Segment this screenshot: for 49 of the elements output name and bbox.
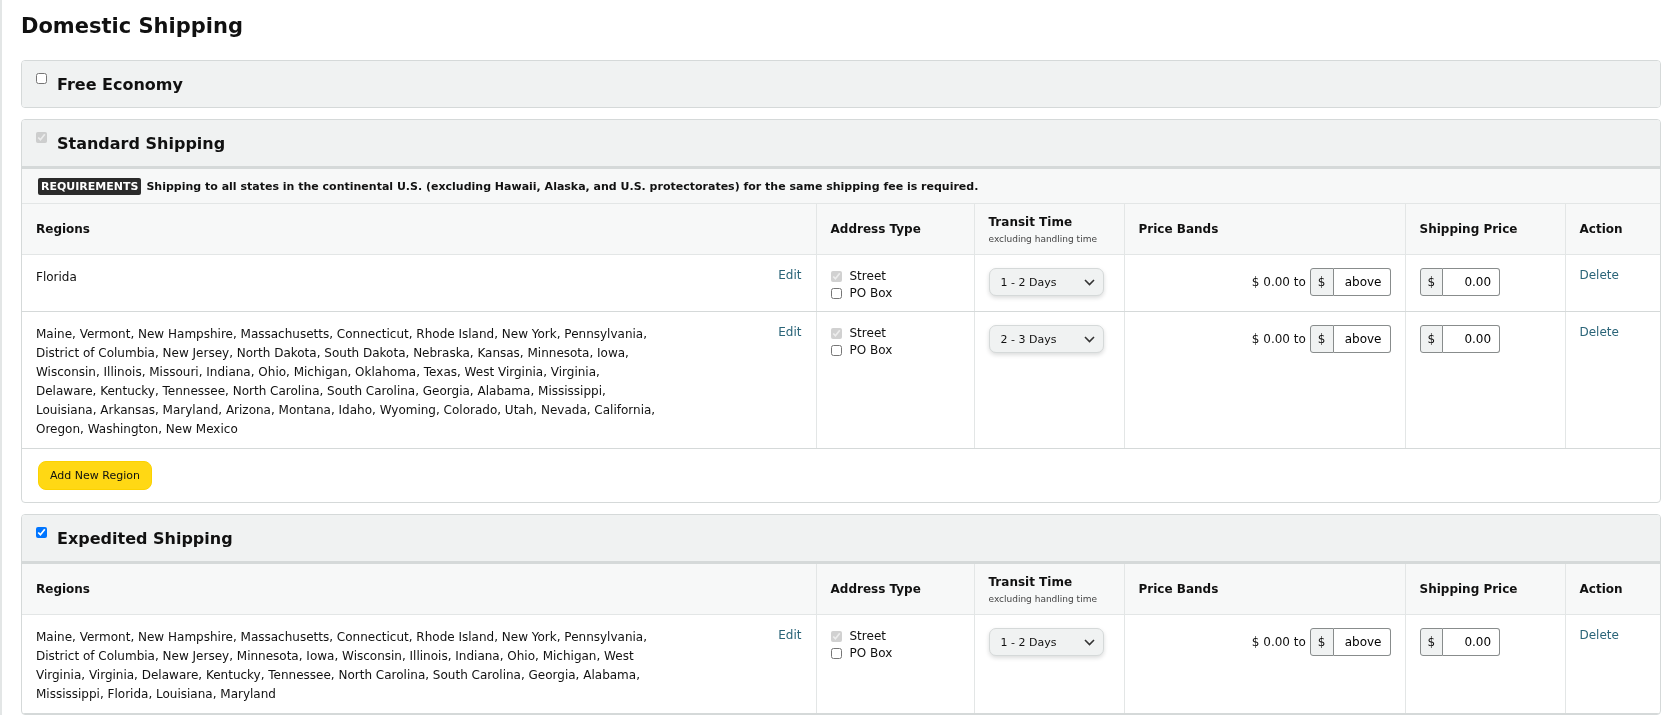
column-header: Transit Time: [988, 574, 1074, 589]
requirements-badge: REQUIREMENTS: [38, 178, 142, 195]
requirements-text: Shipping to all states in the continental U.S. (excluding Hawaii, Alaska, and U.S. protectorates) for the same shipping fee is required.: [146, 180, 979, 193]
price-band-from: $ 0.00 to: [1251, 635, 1306, 649]
address-type-label: Street: [849, 325, 886, 342]
column-header: Shipping Price: [1419, 222, 1519, 236]
currency-prefix: $: [1419, 268, 1444, 296]
section-checkbox[interactable]: [36, 527, 47, 538]
section-title: Expedited Shipping: [57, 528, 233, 548]
currency-prefix: $: [1309, 325, 1334, 353]
column-header: Address Type: [830, 582, 922, 596]
currency-prefix: $: [1309, 268, 1334, 296]
address-type-label: Street: [849, 628, 886, 645]
currency-prefix: $: [1309, 628, 1334, 656]
price-band-from: $ 0.00 to: [1251, 332, 1306, 346]
price-band-input[interactable]: above: [1333, 628, 1391, 656]
column-header: Price Bands: [1138, 222, 1220, 236]
price-band-from: $ 0.00 to: [1251, 275, 1306, 289]
currency-prefix: $: [1419, 325, 1444, 353]
regions-text: Florida: [36, 269, 77, 286]
chevron-down-icon: [1083, 278, 1095, 286]
regions-text: Maine, Vermont, New Hampshire, Massachusetts, Connecticut, Rhode Island, New York, Pennsylvania, District of Columbia, New Jersey, Minnesota, Iowa, Wisconsin, Illinois, Indiana, Ohio, Michigan, West Virginia, Virginia, Delaware, Kentucky, Tennessee, North Carolina, South Carolina, Georgia, Alabama, Mississippi, Florida, Louisiana, Maryland: [36, 629, 648, 703]
delete-link[interactable]: Delete: [1579, 628, 1619, 642]
column-header: Regions: [36, 222, 91, 236]
column-header: Regions: [36, 582, 91, 596]
address-type-label: PO Box: [849, 285, 893, 302]
column-header: Address Type: [830, 222, 922, 236]
column-header: Shipping Price: [1419, 582, 1519, 596]
currency-prefix: $: [1419, 628, 1444, 656]
shipping-price-input[interactable]: 0.00: [1443, 628, 1501, 656]
column-header: Transit Time: [988, 214, 1074, 229]
address-type-label: Street: [849, 268, 886, 285]
column-subheader: excluding handling time: [988, 233, 1098, 244]
address-type-label: PO Box: [849, 645, 893, 662]
section-title: Free Economy: [57, 74, 183, 94]
section-checkbox[interactable]: [36, 73, 47, 84]
transit-time-dropdown[interactable]: 1 - 2 Days: [988, 628, 1104, 656]
column-header: Action: [1579, 222, 1624, 236]
chevron-down-icon: [1083, 335, 1095, 343]
column-subheader: excluding handling time: [988, 593, 1098, 604]
edit-link[interactable]: Edit: [778, 628, 802, 704]
column-header: Price Bands: [1138, 582, 1220, 596]
address-type-label: PO Box: [849, 342, 893, 359]
chevron-down-icon: [1083, 638, 1095, 646]
section-title: Standard Shipping: [57, 133, 226, 153]
page-title: Domestic Shipping: [21, 14, 244, 38]
regions-text: Maine, Vermont, New Hampshire, Massachusetts, Connecticut, Rhode Island, New York, Pennsylvania, District of Columbia, New Jersey, North Dakota, South Dakota, Nebraska, Kansas, Minnesota, Iowa, Wisconsin, Illinois, Missouri, Indiana, Ohio, Michigan, Oklahoma, Texas, West Virginia, Virginia, Delaware, Kentucky, Tennessee, North Carolina, South Carolina, Georgia, Alabama, Mississippi, Louisiana, Arkansas, Maryland, Arizona, Montana, Idaho, Wyoming, Colorado, Utah, Nevada, California, Oregon, Washington, New Mexico: [36, 326, 656, 438]
address-type-checkbox[interactable]: [830, 648, 842, 659]
column-header: Action: [1579, 582, 1624, 596]
